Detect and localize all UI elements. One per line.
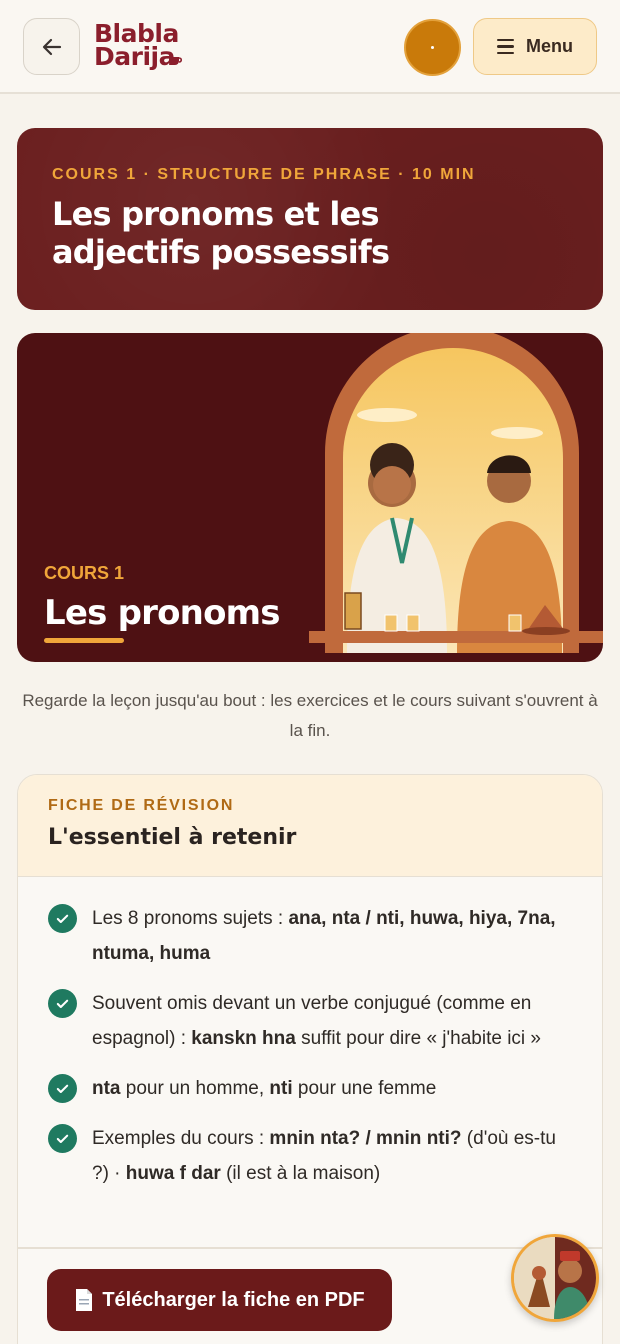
check-icon [48, 1074, 77, 1103]
video-kicker: COURS 1 [44, 563, 125, 583]
revision-item-text: Les 8 pronoms sujets : [92, 908, 289, 929]
revision-item-highlight: huwa f dar [125, 1163, 221, 1184]
download-pdf-button[interactable]: Télécharger la fiche en PDF [47, 1269, 392, 1331]
app-logo[interactable]: Blabla Darija [94, 21, 186, 72]
assistant-avatar-icon [514, 1237, 596, 1319]
lesson-video[interactable]: COURS 1 Les pronoms [17, 333, 603, 662]
revision-item-text: Exemples du cours : [92, 1128, 270, 1149]
lesson-title: Les pronoms et les adjectifs possessifs [52, 195, 390, 271]
revision-sheet-header: FICHE DE RÉVISION L'essentiel à retenir [18, 775, 602, 877]
document-icon [76, 1289, 93, 1311]
back-button[interactable] [23, 18, 80, 75]
avatar-dot [431, 46, 434, 49]
assistant-avatar-button[interactable] [511, 1234, 599, 1322]
menu-button[interactable]: Menu [473, 18, 597, 75]
lesson-kicker: COURS 1 · STRUCTURE DE PHRASE · 10 MIN [52, 166, 476, 183]
revision-title: L'essentiel à retenir [48, 825, 297, 850]
lesson-header-card: COURS 1 · STRUCTURE DE PHRASE · 10 MIN L… [17, 128, 603, 310]
hamburger-icon [497, 38, 514, 55]
divider [18, 1247, 602, 1249]
menu-label: Menu [526, 36, 573, 56]
arrow-left-icon [42, 38, 61, 55]
download-pdf-label: Télécharger la fiche en PDF [102, 1288, 365, 1311]
revision-item-text: suffit pour dire « j'habite ici » [295, 1028, 541, 1049]
teapot-icon [169, 57, 183, 65]
revision-item: nta pour un homme, nti pour une femme [48, 1071, 578, 1106]
revision-item: Souvent omis devant un verbe conjugué (c… [48, 986, 578, 1056]
top-bar: Blabla Darija Menu [0, 0, 620, 94]
video-title: Les pronoms [44, 593, 281, 633]
revision-item-highlight: kanskn hna [191, 1028, 296, 1049]
revision-item: Les 8 pronoms sujets : ana, nta / nti, h… [48, 901, 578, 971]
revision-item: Exemples du cours : mnin nta? / mnin nti… [48, 1121, 578, 1191]
revision-item-highlight: nti [269, 1078, 293, 1099]
revision-item-text: pour un homme, [120, 1078, 270, 1099]
revision-item-text: (il est à la maison) [220, 1163, 381, 1184]
revision-item-text: pour une femme [292, 1078, 437, 1099]
check-icon [48, 904, 77, 933]
title-underline [44, 638, 124, 643]
user-avatar[interactable] [404, 19, 461, 76]
revision-list: Les 8 pronoms sujets : ana, nta / nti, h… [48, 901, 578, 1206]
revision-kicker: FICHE DE RÉVISION [48, 797, 235, 814]
check-icon [48, 1124, 77, 1153]
revision-item-highlight: nta [92, 1078, 121, 1099]
revision-item-highlight: mnin nta? / mnin nti? [269, 1128, 462, 1149]
check-icon [48, 989, 77, 1018]
lesson-note: Regarde la leçon jusqu'au bout : les exe… [22, 691, 598, 740]
